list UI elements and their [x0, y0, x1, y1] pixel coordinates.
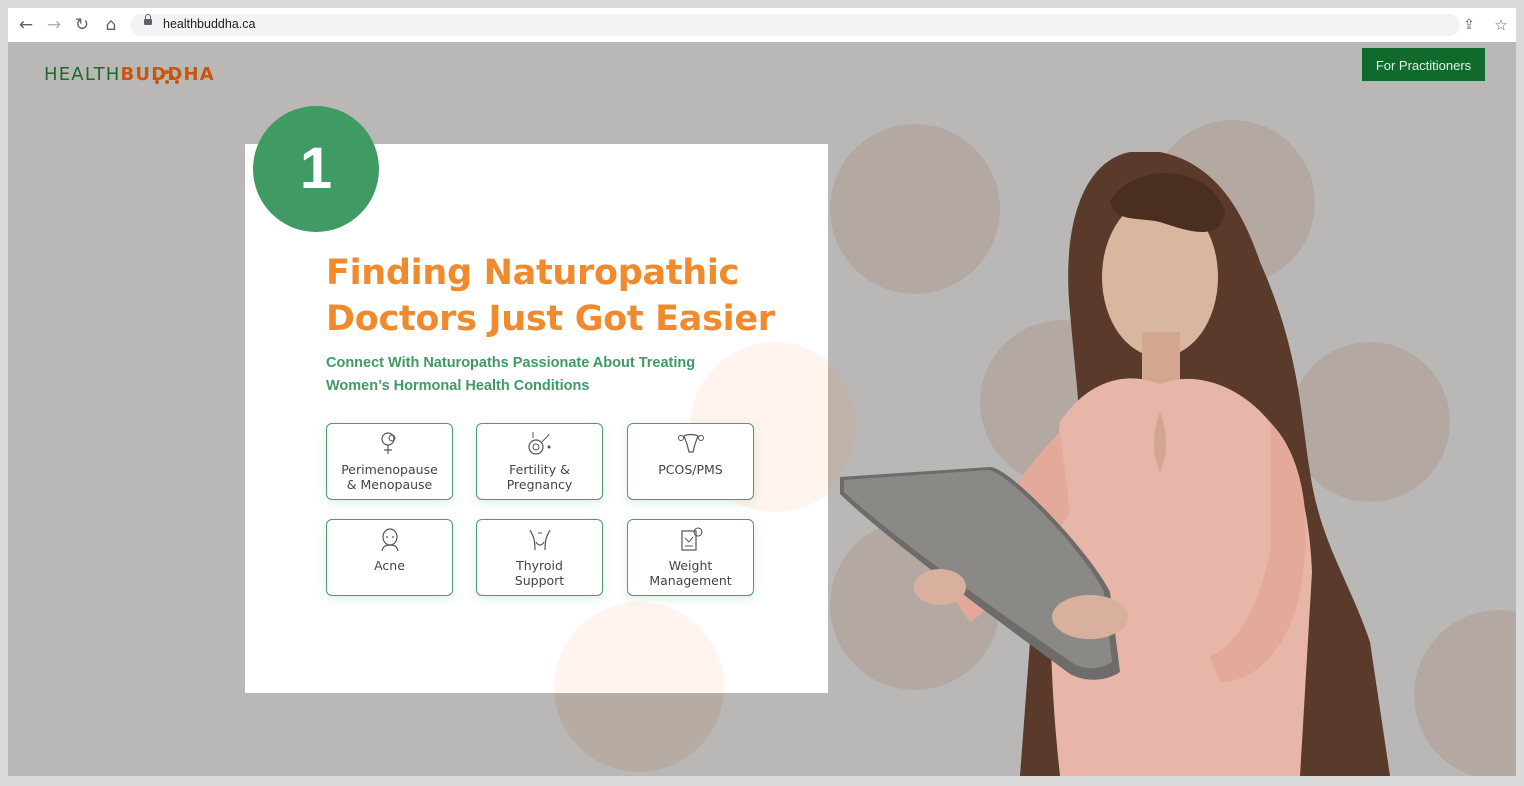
browser-toolbar: ← → ↻ ⌂ healthbuddha.ca ⇪ ☆ [8, 8, 1516, 42]
hero-subheading: Connect With Naturopaths Passionate Abou… [326, 352, 746, 398]
healthbuddha-logo[interactable]: HEALTHBUDDHA [44, 64, 215, 88]
arrow-left-icon[interactable]: ← [16, 15, 36, 35]
condition-tile-weight[interactable]: Weight Management [627, 519, 754, 596]
condition-label-line-1: Weight [668, 558, 713, 573]
condition-label-line-2: Management [649, 573, 732, 588]
logo-text-health: HEALTH [44, 64, 121, 85]
decorative-circle [554, 602, 724, 693]
page-content: HEALTHBUDDHA For Practitioners Finding N… [8, 42, 1516, 776]
logo-dots-icon [152, 70, 182, 88]
woman-with-tablet-image [840, 152, 1390, 776]
reload-icon[interactable]: ↻ [72, 15, 92, 35]
face-icon [381, 528, 399, 552]
star-icon[interactable]: ☆ [1492, 16, 1510, 34]
home-icon[interactable]: ⌂ [101, 15, 121, 35]
for-practitioners-button[interactable]: For Practitioners [1362, 48, 1485, 81]
step-number-badge: 1 [253, 106, 379, 232]
sperm-egg-icon [528, 432, 551, 455]
condition-label-line-1: Fertility & [509, 462, 570, 477]
share-icon[interactable]: ⇪ [1460, 16, 1478, 34]
condition-label-line-1: PCOS/PMS [658, 462, 723, 477]
condition-tile-pcos-pms[interactable]: PCOS/PMS [627, 423, 754, 500]
subheading-line-1: Connect With Naturopaths Passionate Abou… [326, 355, 696, 371]
female-symbol-moon-icon [381, 432, 396, 454]
url-text: healthbuddha.ca [163, 17, 256, 31]
hero-headline: Finding Naturopathic Doctors Just Got Ea… [326, 250, 796, 342]
condition-label-line-1: Acne [374, 558, 405, 573]
condition-tile-fertility[interactable]: Fertility & Pregnancy [476, 423, 603, 500]
headline-line-1: Finding Naturopathic [326, 253, 739, 293]
condition-tile-thyroid[interactable]: Thyroid Support [476, 519, 603, 596]
condition-label-line-2: Pregnancy [506, 477, 573, 492]
arrow-right-icon[interactable]: → [44, 15, 64, 35]
condition-label-line-2: & Menopause [346, 477, 433, 492]
lock-icon [144, 14, 152, 25]
condition-label-line-1: Thyroid [516, 558, 563, 573]
condition-tile-acne[interactable]: Acne [326, 519, 453, 596]
address-bar[interactable]: healthbuddha.ca [130, 14, 1460, 36]
subheading-line-2: Women’s Hormonal Health Conditions [326, 378, 590, 394]
thyroid-neck-icon [529, 529, 551, 551]
headline-line-2: Doctors Just Got Easier [326, 299, 775, 339]
scale-chart-icon [681, 527, 703, 551]
condition-tile-perimenopause[interactable]: Perimenopause & Menopause [326, 423, 453, 500]
condition-label-line-1: Perimenopause [341, 462, 438, 477]
browser-window: ← → ↻ ⌂ healthbuddha.ca ⇪ ☆ HEALTHBUDDHA [8, 8, 1516, 776]
uterus-icon [678, 433, 704, 453]
condition-label-line-2: Support [514, 573, 565, 588]
